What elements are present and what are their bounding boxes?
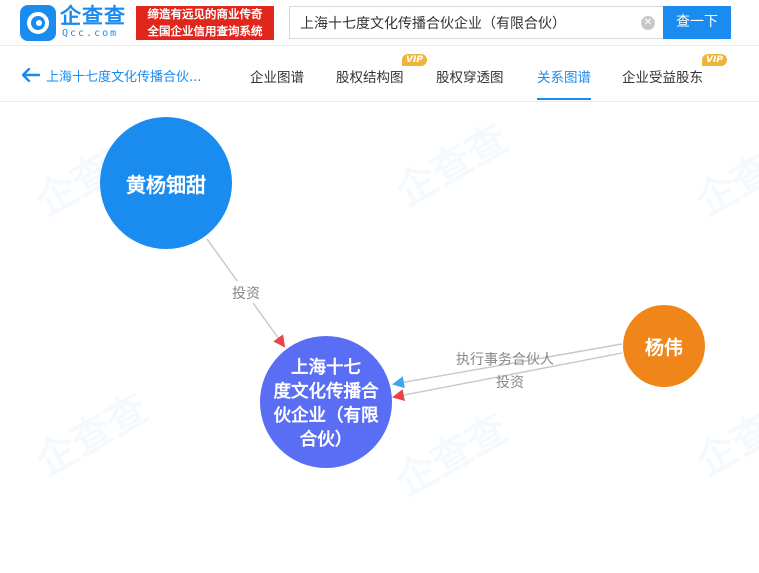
node-person-yangwei[interactable]: 杨伟 (623, 305, 705, 387)
slogan-banner: 缔造有远见的商业传奇 全国企业信用查询系统 (136, 6, 274, 40)
node-person-huangyangdiantian[interactable]: 黄杨钿甜 (100, 117, 232, 249)
tab-label: 股权穿透图 (436, 70, 504, 86)
search-input[interactable] (300, 13, 630, 33)
tab-relationship-graph[interactable]: 关系图谱 (537, 66, 591, 100)
tab-label: 股权结构图 (336, 70, 404, 86)
close-circle-icon[interactable]: ✕ (641, 16, 655, 30)
top-header: 企查查 Qcc.com 缔造有远见的商业传奇 全国企业信用查询系统 ✕ 查一下 (0, 0, 759, 46)
vip-badge: VIP (402, 54, 427, 66)
back-link[interactable]: 上海十七度文化传播合伙... (22, 66, 201, 85)
graph-nav-bar: 上海十七度文化传播合伙... 企业图谱 股权结构图 VIP 股权穿透图 关系图谱… (0, 46, 759, 102)
tab-equity-penetration[interactable]: 股权穿透图 (436, 66, 504, 100)
tab-label: 关系图谱 (537, 70, 591, 86)
search-button[interactable]: 查一下 (663, 6, 731, 39)
tab-enterprise-graph[interactable]: 企业图谱 (250, 66, 304, 100)
edge-label-executive-partner: 执行事务合伙人 (456, 352, 554, 368)
node-label: 黄杨钿甜 (126, 173, 206, 197)
edge-label-invest: 投资 (232, 286, 260, 302)
tab-label: 企业受益股东 (622, 70, 703, 86)
search-box: ✕ (289, 6, 663, 39)
node-label-line-1: 上海十七 (291, 357, 361, 378)
company-short-name[interactable]: 上海十七度文化传播合伙... (46, 66, 201, 85)
vip-badge: VIP (702, 54, 727, 66)
node-label-line-3: 伙企业（有限 (274, 405, 379, 426)
back-arrow-icon[interactable] (22, 68, 40, 82)
relationship-graph[interactable]: 企查查 企查查 企查查 企查查 企查查 企查查 投资 执行事务合伙人 投资 黄杨… (0, 103, 759, 573)
node-label-line-2: 度文化传播合 (274, 381, 379, 402)
tab-equity-structure[interactable]: 股权结构图 VIP (336, 54, 427, 100)
brand-domain: Qcc.com (62, 28, 119, 39)
edge-label-invest-2: 投资 (496, 375, 524, 391)
qcc-logo-icon[interactable] (20, 5, 56, 41)
node-company-shanghai-17du[interactable]: 上海十七 度文化传播合 伙企业（有限 合伙） (260, 336, 392, 468)
node-label-line-4: 合伙） (300, 429, 353, 450)
slogan-line-2: 全国企业信用查询系统 (147, 24, 263, 38)
node-label: 杨伟 (645, 336, 683, 359)
tab-label: 企业图谱 (250, 70, 304, 86)
tab-beneficial-shareholders[interactable]: 企业受益股东 VIP (622, 54, 727, 100)
slogan-line-1: 缔造有远见的商业传奇 (147, 7, 263, 21)
graph-canvas: 投资 执行事务合伙人 投资 黄杨钿甜 杨伟 上海十七 度文化传播合 伙企业（有限… (100, 117, 705, 468)
brand-name[interactable]: 企查查 (60, 4, 126, 28)
